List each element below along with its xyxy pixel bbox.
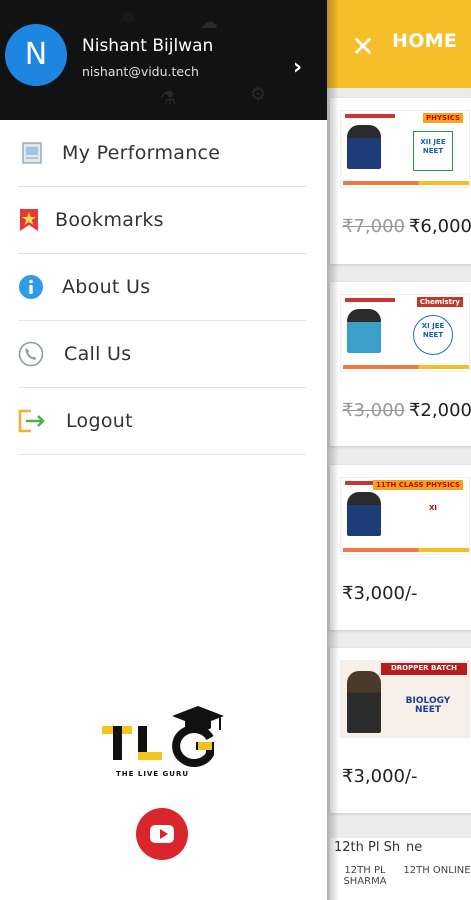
course-card[interactable]: 11TH CLASS PHYSICS XI ₹3,000/- — [330, 465, 471, 630]
doodle-pattern-icon: ⚛ — [120, 8, 137, 29]
strip-caption: 12TH ONLINE — [403, 865, 471, 876]
bookmark-star-icon — [20, 209, 38, 231]
logo-tagline: THE LIVE GURU — [116, 770, 189, 778]
drawer-header[interactable]: ⚛ ☁ ⚙ ⚗ N Nishant Bijlwan nishant@vidu.t… — [0, 0, 327, 120]
course-card[interactable]: Chemistry XI JEE NEET ₹3,000₹2,000S — [330, 282, 471, 446]
course-tag: 11TH CLASS PHYSICS — [372, 480, 463, 490]
info-icon — [19, 275, 43, 299]
navigation-drawer: ⚛ ☁ ⚙ ⚗ N Nishant Bijlwan nishant@vidu.t… — [0, 0, 327, 900]
course-tag: DROPPER BATCH — [381, 663, 467, 675]
course-thumbnail: DROPPER BATCH BIOLOGY NEET — [340, 660, 470, 738]
doodle-pattern-icon: ⚗ — [160, 88, 177, 109]
course-badge: XII JEE NEET — [413, 131, 453, 171]
phone-icon — [18, 341, 44, 367]
menu-item-logout[interactable]: Logout — [0, 388, 327, 454]
old-price: ₹3,000 — [342, 400, 405, 421]
app-title: HOME — [392, 30, 458, 52]
user-email: nishant@vidu.tech — [82, 64, 199, 79]
course-strip: 12th Pl Sha 12TH PL SHARMA ne 12TH ONLIN… — [330, 838, 471, 900]
course-card[interactable]: PHYSICS XII JEE NEET ₹7,000₹6,000Se — [330, 98, 471, 264]
user-name: Nishant Bijlwan — [82, 36, 214, 56]
menu-item-about-us[interactable]: About Us — [0, 254, 327, 320]
strip-item[interactable]: 12th Pl Sha 12TH PL SHARMA — [330, 840, 400, 898]
current-price: ₹2,000 — [408, 400, 471, 421]
play-icon — [160, 829, 168, 839]
current-price: ₹3,000/- — [342, 766, 418, 787]
course-card[interactable]: DROPPER BATCH BIOLOGY NEET ₹3,000/- — [330, 648, 471, 813]
old-price: ₹7,000 — [342, 216, 405, 237]
course-price: ₹3,000/- — [342, 766, 418, 787]
course-thumbnail: PHYSICS XII JEE NEET — [340, 110, 470, 188]
course-tag: PHYSICS — [422, 113, 463, 123]
strip-item[interactable]: ne 12TH ONLINE — [402, 840, 471, 898]
strip-caption: 12TH PL SHARMA — [343, 865, 387, 887]
broken-image-alt: ne — [406, 840, 423, 855]
drawer-shadow — [327, 0, 339, 900]
course-price: ₹3,000₹2,000S — [342, 400, 471, 421]
menu-item-label: Bookmarks — [55, 209, 164, 231]
performance-report-icon — [22, 142, 42, 164]
chevron-right-icon[interactable]: › — [293, 55, 302, 80]
doodle-pattern-icon: ☁ — [200, 12, 218, 33]
divider — [18, 454, 306, 455]
youtube-button[interactable] — [136, 808, 188, 860]
menu-item-my-performance[interactable]: My Performance — [0, 120, 327, 186]
menu-item-label: Call Us — [64, 343, 132, 365]
course-tag: Chemistry — [416, 297, 463, 307]
current-price: ₹6,000 — [408, 216, 471, 237]
avatar: N — [5, 24, 67, 86]
course-price: ₹7,000₹6,000Se — [342, 216, 471, 237]
course-badge: XI JEE NEET — [413, 315, 453, 355]
course-badge: BIOLOGY NEET — [405, 696, 451, 715]
close-drawer-icon[interactable]: ✕ — [350, 33, 376, 61]
course-price: ₹3,000/- — [342, 583, 418, 604]
current-price: ₹3,000/- — [342, 583, 418, 604]
menu-item-label: About Us — [62, 276, 151, 298]
logout-icon — [18, 409, 45, 433]
course-thumbnail: Chemistry XI JEE NEET — [340, 294, 470, 372]
menu-item-bookmarks[interactable]: Bookmarks — [0, 187, 327, 253]
doodle-pattern-icon: ⚙ — [250, 84, 267, 105]
menu-item-label: My Performance — [62, 142, 221, 164]
menu-item-label: Logout — [66, 410, 133, 432]
menu-item-call-us[interactable]: Call Us — [0, 321, 327, 387]
course-badge: XI — [428, 504, 437, 512]
tlg-logo: THE LIVE GURU — [102, 706, 224, 778]
broken-image-alt: 12th Pl Sha — [334, 840, 400, 855]
course-thumbnail: 11TH CLASS PHYSICS XI — [340, 477, 470, 555]
